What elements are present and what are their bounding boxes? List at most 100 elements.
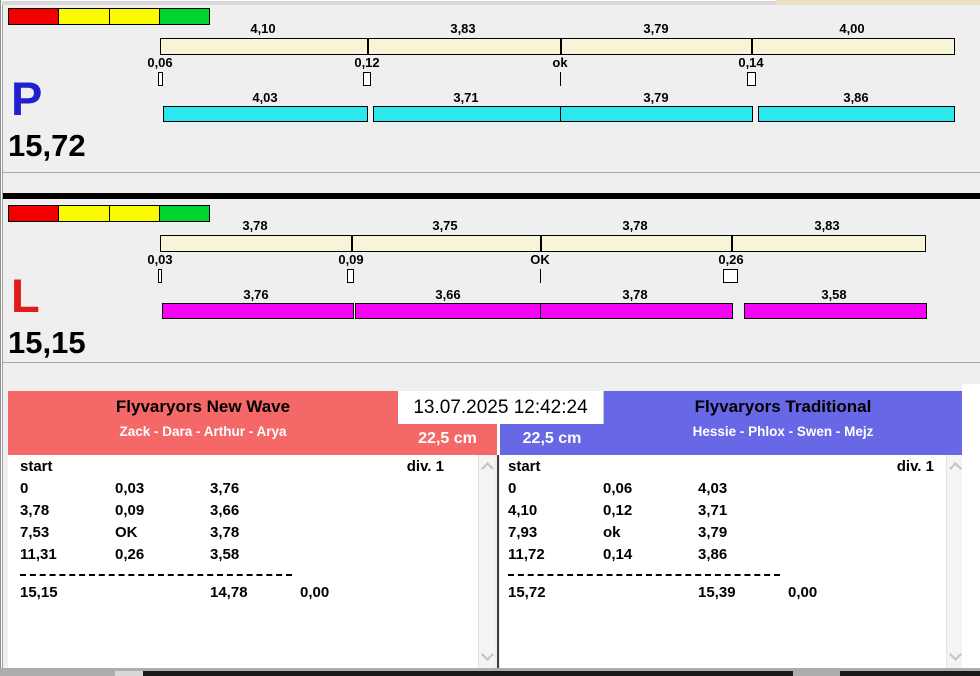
table-cell: 0 (20, 480, 29, 497)
datetime-display: 13.07.2025 12:42:24 (398, 391, 604, 424)
total-penalty: 0,00 (788, 584, 818, 601)
run-time-bar (744, 303, 927, 319)
leg-divider-tick (731, 236, 733, 251)
bottom-strip-dark-bar (143, 671, 793, 676)
table-cell: 3,79 (698, 524, 728, 541)
run-time-label: 3,78 (622, 287, 648, 302)
totals-row: 15,72 15,39 0,00 (508, 584, 946, 606)
leg-time-label: 3,83 (450, 21, 476, 36)
table-cell: 0,14 (603, 546, 633, 563)
leg-divider-tick (751, 39, 753, 54)
results-right-margin (962, 384, 980, 668)
table-cell: 0 (508, 480, 517, 497)
scrollbar-right-table[interactable] (946, 455, 962, 668)
table-header-start: start (508, 458, 541, 475)
panel-divider-line-top (3, 172, 980, 173)
color-scale-segment (109, 9, 160, 24)
table-row: 11,31 0,26 3,58 (20, 546, 478, 568)
bottom-strip-dark-bar (840, 671, 980, 676)
lane-total-time: 15,72 (8, 128, 86, 163)
total-time: 15,72 (508, 584, 546, 601)
totals-separator (508, 574, 780, 576)
run-time-label: 3,76 (243, 287, 269, 302)
run-time-label: 3,79 (643, 90, 669, 105)
exchange-ok-marker (540, 269, 541, 283)
exchange-gap-label: ok (552, 55, 568, 70)
color-scale-segment (9, 206, 60, 221)
color-scale-segment (159, 9, 209, 24)
table-cell: 11,72 (508, 546, 545, 563)
run-time-label: 3,66 (435, 287, 461, 302)
scrollbar-left-table[interactable] (478, 455, 494, 668)
bottom-strip-segment (115, 671, 143, 676)
color-scale-segment (9, 9, 60, 24)
color-scale-bar (8, 205, 210, 222)
totals-row: 15,15 14,78 0,00 (20, 584, 478, 606)
run-time-label: 3,86 (843, 90, 869, 105)
table-cell: 3,71 (698, 502, 728, 519)
exchange-gap-marker (747, 72, 756, 86)
exchange-gap-label: 0,06 (147, 55, 173, 70)
table-cell: 3,58 (210, 546, 240, 563)
table-row: 0 0,03 3,76 (20, 480, 478, 502)
exchange-gap-label: 0,14 (738, 55, 764, 70)
scroll-up-icon[interactable] (949, 462, 962, 475)
run-time-bar (560, 106, 753, 122)
run-time-bar (162, 303, 354, 319)
team-members-right: Hessie - Phlox - Swen - Mejz (692, 424, 874, 439)
table-cell: 0,06 (603, 480, 633, 497)
table-cell: 3,76 (210, 480, 240, 497)
leg-divider-tick (351, 236, 353, 251)
run-time-bar (355, 303, 542, 319)
exchange-gap-marker (347, 269, 354, 283)
leg-divider-tick (560, 39, 562, 54)
team-members-left: Zack - Dara - Arthur - Arya (119, 424, 287, 439)
table-row: 0 0,06 4,03 (508, 480, 946, 502)
lane-letter: L (11, 269, 40, 322)
team-title-left: Flyvaryors New Wave (115, 397, 291, 416)
exchange-gap-marker (723, 269, 738, 283)
table-cell: 0,12 (603, 502, 633, 519)
leg-divider-tick (367, 39, 369, 54)
color-scale-segment (159, 206, 209, 221)
leg-time-label: 3,79 (643, 21, 669, 36)
leg-time-bar (160, 38, 955, 55)
scroll-up-icon[interactable] (481, 462, 494, 475)
table-cell: 4,03 (698, 480, 728, 497)
team-title-right: Flyvaryors Traditional (694, 397, 872, 416)
lane-panel-L: 3,78 3,75 3,78 3,83 0,03 0,09 OK 0,26 3,76 3,66 3,… (0, 202, 980, 369)
table-cell: ok (603, 524, 621, 541)
leg-time-label: 3,78 (242, 218, 268, 233)
lane-panel-P: 4,10 3,83 3,79 4,00 0,06 0,12 ok 0,14 4,03 3,71 3,… (0, 5, 980, 172)
color-scale-segment (59, 206, 110, 221)
panel-divider-line-bottom (3, 362, 980, 363)
leg-time-bar (160, 235, 926, 252)
table-row: 3,78 0,09 3,66 (20, 502, 478, 524)
table-cell: OK (115, 524, 138, 541)
color-scale-segment (109, 206, 160, 221)
leg-time-label: 3,83 (814, 218, 840, 233)
table-cell: 11,31 (20, 546, 57, 563)
exchange-gap-marker (363, 72, 371, 86)
table-row: 7,93 ok 3,79 (508, 524, 946, 546)
table-row: 7,53 OK 3,78 (20, 524, 478, 546)
table-cell: 3,86 (698, 546, 728, 563)
color-scale-segment (59, 9, 110, 24)
run-time-label: 3,58 (821, 287, 847, 302)
run-time-label: 4,03 (252, 90, 278, 105)
exchange-gap-label: 0,26 (718, 252, 744, 267)
table-cell: 3,78 (210, 524, 240, 541)
distance-label-left: 22,5 cm (418, 430, 477, 447)
exchange-gap-label: 0,03 (147, 252, 173, 267)
totals-separator (20, 574, 292, 576)
leg-time-label: 3,75 (432, 218, 458, 233)
table-cell: 7,53 (20, 524, 50, 541)
table-divider (497, 455, 499, 668)
scroll-down-icon[interactable] (949, 648, 962, 661)
scroll-down-icon[interactable] (481, 648, 494, 661)
run-time-bar (163, 106, 368, 122)
lane-letter: P (11, 72, 43, 125)
leg-time-label: 3,78 (622, 218, 648, 233)
table-cell: 0,03 (115, 480, 145, 497)
table-header-start: start (20, 458, 53, 475)
